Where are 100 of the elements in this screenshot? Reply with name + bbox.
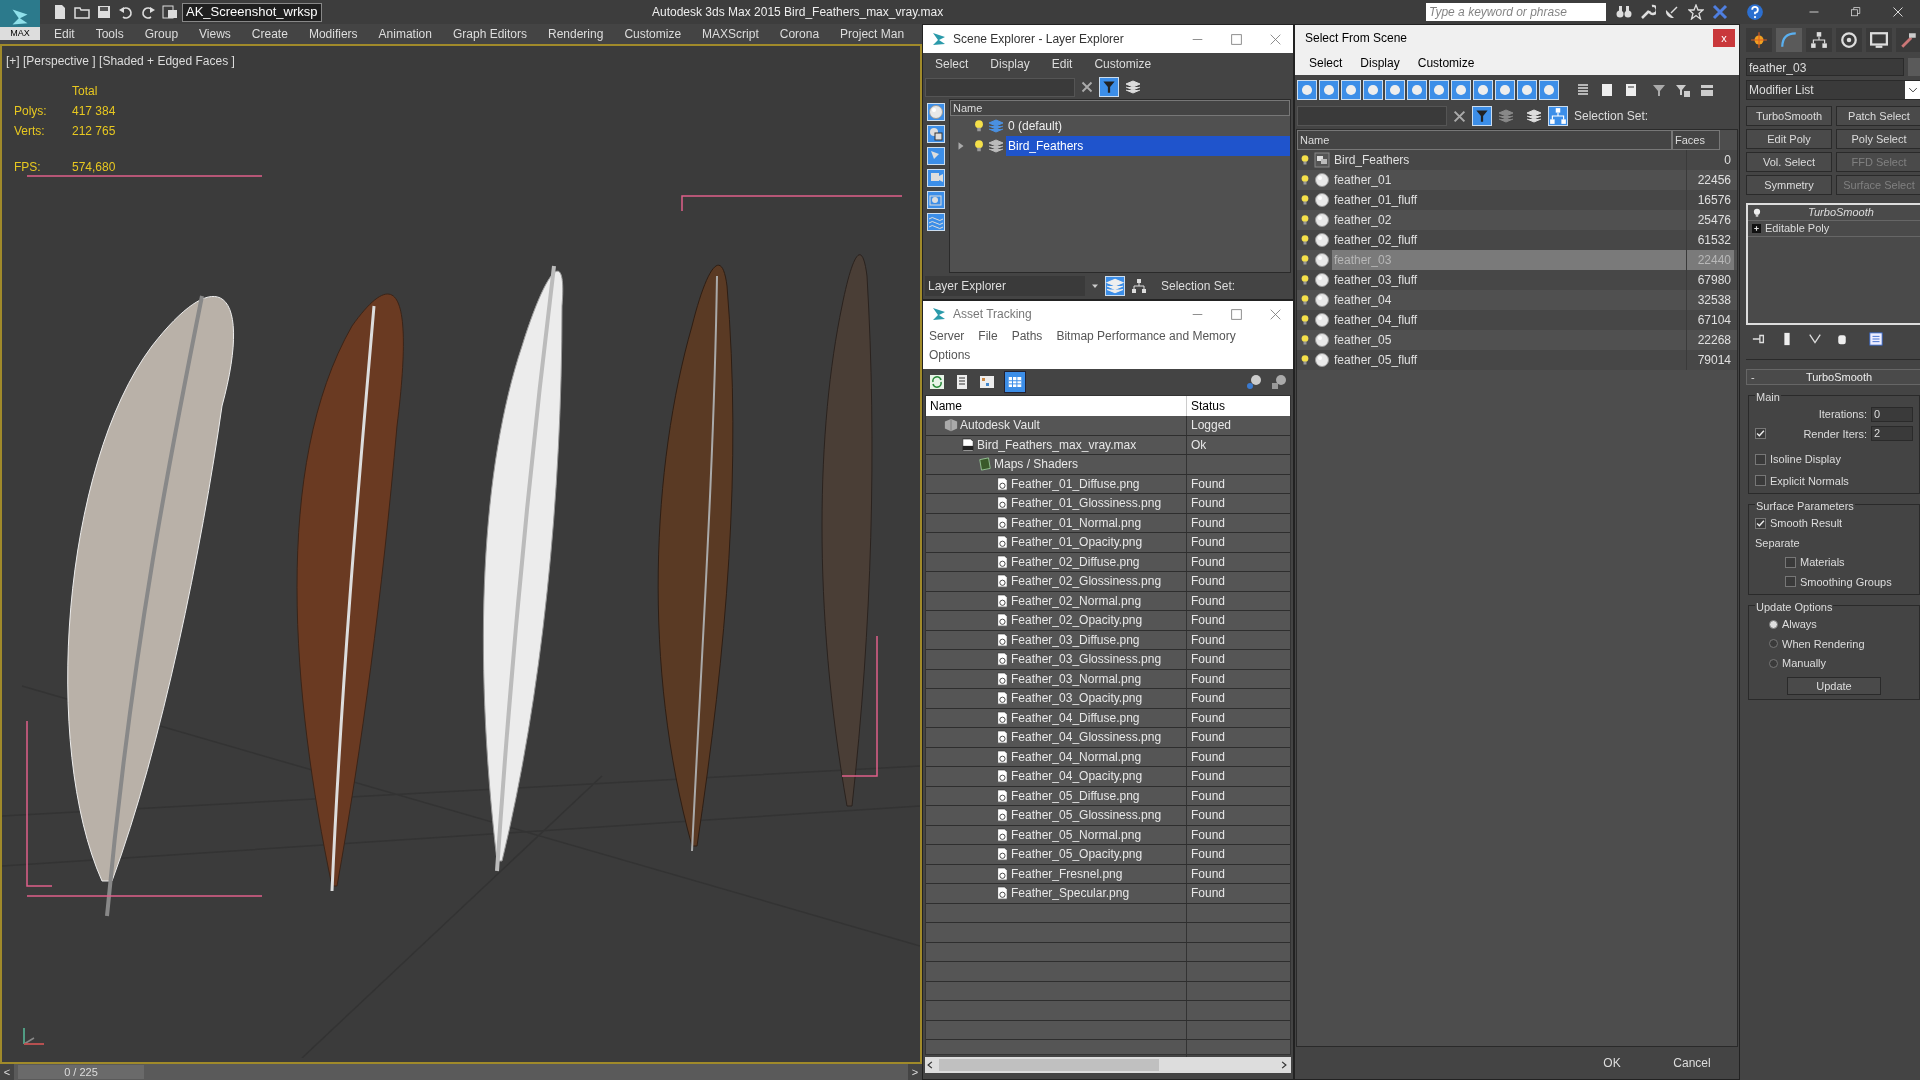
- menu-item[interactable]: Graph Editors: [452, 25, 527, 43]
- asset-status: Found: [1191, 631, 1226, 649]
- object-name[interactable]: feather_01: [1332, 170, 1686, 190]
- search-field[interactable]: Type a keyword or phrase: [1426, 3, 1606, 21]
- object-name[interactable]: feather_05_fluff: [1332, 350, 1686, 370]
- menu-item[interactable]: Customize: [624, 25, 682, 43]
- menu-item[interactable]: Edit: [54, 25, 75, 43]
- modifier-list-dropdown[interactable]: Modifier List: [1746, 80, 1920, 100]
- stack-item[interactable]: TurboSmooth: [1766, 204, 1916, 221]
- stats-value: 574,680: [72, 159, 116, 176]
- column-header[interactable]: Status: [1187, 396, 1290, 416]
- asset-name[interactable]: Feather_03_Glossiness.png: [1011, 650, 1162, 669]
- menu-item[interactable]: Project Man: [840, 25, 905, 43]
- column-header[interactable]: Name: [950, 100, 1290, 116]
- menu-item[interactable]: Tools: [95, 25, 124, 43]
- asset-name[interactable]: Feather_04_Normal.png: [1011, 747, 1142, 766]
- asset-name[interactable]: Feather_04_Opacity.png: [1011, 767, 1143, 786]
- asset-name[interactable]: Bird_Feathers_max_vray.max: [977, 435, 1137, 454]
- menu-item[interactable]: Corona: [779, 25, 820, 43]
- layer-name[interactable]: Bird_Feathers: [1006, 136, 1290, 156]
- menu-item[interactable]: Group: [144, 25, 179, 43]
- menu-item[interactable]: Create: [251, 25, 288, 43]
- iterations-spinner[interactable]: 0: [1871, 406, 1913, 422]
- collapse-toggle[interactable]: -: [1751, 368, 1761, 386]
- asset-name[interactable]: Autodesk Vault: [960, 416, 1040, 435]
- rollout-header[interactable]: - TurboSmooth: [1746, 369, 1920, 385]
- modifier-button[interactable]: Patch Select: [1836, 106, 1920, 126]
- menu-item[interactable]: Bitmap Performance and Memory: [1056, 327, 1236, 346]
- asset-status: Found: [1191, 865, 1226, 883]
- menu-item[interactable]: Rendering: [548, 25, 604, 43]
- object-name[interactable]: Bird_Feathers: [1332, 150, 1686, 170]
- menu-item[interactable]: Customize: [1094, 55, 1152, 73]
- menu-item[interactable]: Customize: [1417, 54, 1475, 72]
- update-button[interactable]: Update: [1787, 676, 1881, 695]
- menu-item[interactable]: Options: [929, 346, 971, 365]
- asset-name[interactable]: Feather_02_Normal.png: [1011, 591, 1142, 610]
- modifier-button[interactable]: Edit Poly: [1746, 129, 1832, 149]
- asset-name[interactable]: Feather_03_Diffuse.png: [1011, 630, 1140, 649]
- asset-status: Found: [1191, 592, 1226, 610]
- object-name[interactable]: feather_04_fluff: [1332, 310, 1686, 330]
- object-name[interactable]: feather_04: [1332, 290, 1686, 310]
- viewport[interactable]: [+] [Perspective ] [Shaded + Edged Faces ] Total Polys: 417 384 Verts: 212 765 FPS: 574,680: [0, 44, 922, 1064]
- stack-item[interactable]: Editable Poly: [1765, 220, 1830, 237]
- asset-name[interactable]: Feather_05_Diffuse.png: [1011, 786, 1140, 805]
- menu-item[interactable]: Display: [990, 55, 1030, 73]
- asset-name[interactable]: Feather_Fresnel.png: [1011, 864, 1123, 883]
- stats-value: 417 384: [72, 103, 116, 120]
- column-header[interactable]: Faces: [1672, 130, 1720, 150]
- explorer-mode-dropdown[interactable]: Layer Explorer: [925, 276, 1085, 296]
- time-slider-thumb[interactable]: 0 / 225: [18, 1065, 144, 1079]
- asset-name[interactable]: Feather_01_Opacity.png: [1011, 533, 1143, 552]
- asset-name[interactable]: Feather_01_Diffuse.png: [1011, 474, 1140, 493]
- modifier-button[interactable]: Symmetry: [1746, 175, 1832, 195]
- menu-item[interactable]: Display: [1360, 54, 1400, 72]
- modifier-button[interactable]: Vol. Select: [1746, 152, 1832, 172]
- workspace-dropdown[interactable]: AK_Screenshot_wrksp: [182, 2, 322, 22]
- asset-name[interactable]: Feather_02_Opacity.png: [1011, 611, 1143, 630]
- app-logo[interactable]: MAX: [0, 0, 40, 40]
- object-name[interactable]: feather_02: [1332, 210, 1686, 230]
- viewport-label[interactable]: [+] [Perspective ] [Shaded + Edged Faces ]: [6, 52, 235, 70]
- object-name[interactable]: feather_03_fluff: [1332, 270, 1686, 290]
- modifier-button[interactable]: Poly Select: [1836, 129, 1920, 149]
- menu-item[interactable]: MAXScript: [702, 25, 759, 43]
- asset-name[interactable]: Feather_04_Glossiness.png: [1011, 728, 1162, 747]
- column-header[interactable]: Name: [926, 396, 1187, 416]
- object-name[interactable]: feather_05: [1332, 330, 1686, 350]
- asset-name[interactable]: Feather_05_Opacity.png: [1011, 845, 1143, 864]
- asset-name[interactable]: Feather_01_Glossiness.png: [1011, 494, 1162, 513]
- asset-name[interactable]: Feather_05_Glossiness.png: [1011, 806, 1162, 825]
- asset-name[interactable]: Maps / Shaders: [994, 455, 1079, 474]
- modifier-button[interactable]: TurboSmooth: [1746, 106, 1832, 126]
- checkbox-label: Isoline Display: [1770, 452, 1841, 467]
- checkbox-label: Explicit Normals: [1770, 473, 1849, 489]
- menu-item[interactable]: Select: [935, 55, 969, 73]
- asset-name[interactable]: Feather_01_Normal.png: [1011, 513, 1142, 532]
- menu-item[interactable]: Views: [199, 25, 231, 43]
- asset-name[interactable]: Feather_Specular.png: [1011, 884, 1130, 903]
- layer-name[interactable]: 0 (default): [1006, 116, 1290, 136]
- menu-item[interactable]: Modifiers: [308, 25, 358, 43]
- asset-name[interactable]: Feather_03_Normal.png: [1011, 669, 1142, 688]
- menu-item[interactable]: Edit: [1051, 55, 1073, 73]
- menu-item[interactable]: File: [978, 327, 998, 346]
- timeline-next-button[interactable]: >: [908, 1064, 922, 1080]
- object-name[interactable]: feather_02_fluff: [1332, 230, 1686, 250]
- menu-item[interactable]: Animation: [378, 25, 432, 43]
- asset-name[interactable]: Feather_02_Glossiness.png: [1011, 572, 1162, 591]
- object-name[interactable]: feather_01_fluff: [1332, 190, 1686, 210]
- timeline-prev-button[interactable]: <: [0, 1064, 14, 1080]
- asset-name[interactable]: Feather_05_Normal.png: [1011, 825, 1142, 844]
- asset-name[interactable]: Feather_02_Diffuse.png: [1011, 552, 1140, 571]
- menu-item[interactable]: Select: [1309, 54, 1343, 72]
- column-header[interactable]: Name: [1297, 130, 1672, 150]
- render-iters-spinner[interactable]: 2: [1871, 426, 1913, 442]
- asset-name[interactable]: Feather_04_Diffuse.png: [1011, 708, 1140, 727]
- menu-item[interactable]: Paths: [1011, 327, 1043, 346]
- menu-item[interactable]: Server: [929, 327, 965, 346]
- window-title: Scene Explorer - Layer Explorer: [953, 31, 1125, 48]
- asset-name[interactable]: Feather_03_Opacity.png: [1011, 689, 1143, 708]
- close-button[interactable]: x: [1713, 29, 1735, 47]
- object-name-field[interactable]: feather_03: [1746, 58, 1904, 76]
